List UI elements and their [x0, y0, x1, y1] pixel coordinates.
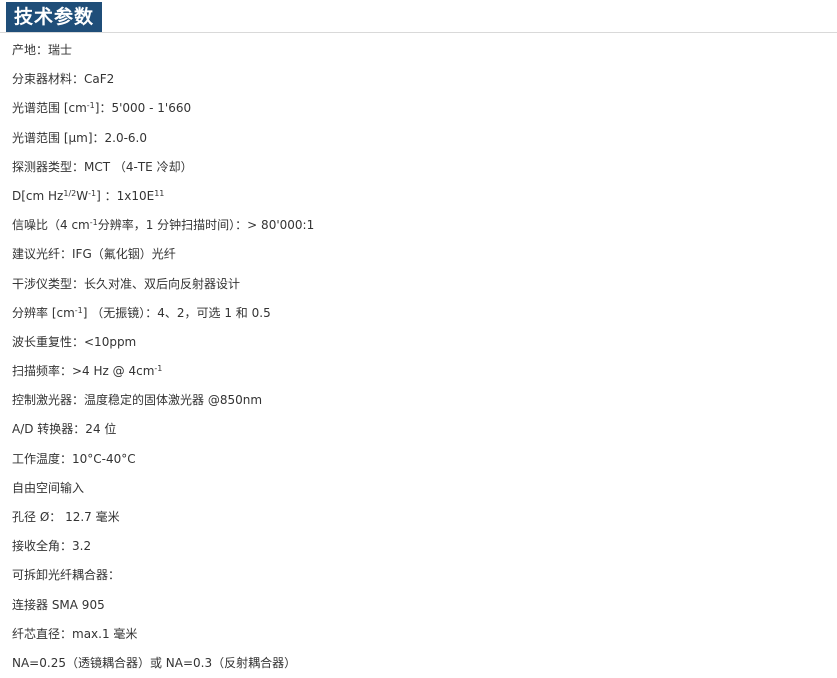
spec-text: D[cm Hz [12, 188, 64, 203]
spec-free-space-input: 自由空间输入 [12, 480, 85, 495]
spec-scan-frequency: 扫描频率：>4 Hz @ 4cm-1 [0, 357, 837, 386]
spec-spectral-range-um: 光谱范围 [μm]：2.0-6.0 [12, 130, 148, 145]
spec-superscript: -1 [89, 218, 98, 228]
spec-adc: A/D 转换器：24 位 [12, 422, 117, 437]
spec-numerical-aperture: NA=0.25（透镜耦合器）或 NA=0.3（反射耦合器） [12, 655, 297, 670]
spec-spectral-range-cm: 光谱范围 [cm-1]：5'000 - 1'660 [0, 94, 837, 123]
spec-connector: 连接器 SMA 905 [12, 597, 105, 612]
spec-superscript: -1 [154, 364, 163, 374]
spec-text: 分辨率 [cm [12, 305, 75, 320]
spec-list: 产地：瑞士 分束器材料：CaF2 光谱范围 [cm-1]：5'000 - 1'6… [0, 36, 837, 678]
spec-superscript: 1/2 [63, 188, 77, 198]
spec-wavelength-repeatability: 波长重复性：<10ppm [12, 334, 137, 349]
spec-origin: 产地：瑞士 [12, 43, 73, 57]
spec-text: 分辨率，1 分钟扫描时间）：> 80'000:1 [97, 218, 315, 233]
section-title: 技术参数 [6, 2, 103, 32]
section-header: 技术参数 [0, 0, 837, 33]
spec-snr: 信噪比（4 cm-1分辨率，1 分钟扫描时间）：> 80'000:1 [0, 211, 837, 240]
spec-text: 信噪比（4 cm [12, 218, 90, 233]
spec-superscript: -1 [74, 305, 83, 315]
spec-superscript: -1 [88, 188, 97, 198]
spec-text: 光谱范围 [cm [12, 101, 87, 116]
spec-detector: 探测器类型：MCT （4-TE 冷却） [12, 159, 193, 174]
spec-dstar: D[cm Hz1/2W-1] ：1x10E11 [0, 182, 837, 211]
spec-resolution: 分辨率 [cm-1] （无振镜）：4、2，可选 1 和 0.5 [0, 299, 837, 328]
spec-text: ] （无振镜）：4、2，可选 1 和 0.5 [82, 305, 271, 320]
spec-text: 扫描频率：>4 Hz @ 4cm [12, 364, 155, 379]
spec-acceptance-angle: 接收全角：3.2 [12, 539, 92, 554]
spec-control-laser: 控制激光器：温度稳定的固体激光器 @850nm [12, 393, 263, 408]
spec-beamsplitter: 分束器材料：CaF2 [12, 72, 115, 87]
spec-fiber-coupler: 可拆卸光纤耦合器： [12, 568, 121, 583]
spec-superscript: 11 [154, 188, 165, 198]
spec-core-diameter: 纤芯直径：max.1 毫米 [12, 626, 138, 641]
spec-text: W [76, 188, 89, 203]
spec-aperture: 孔径 Ø： 12.7 毫米 [12, 510, 120, 524]
spec-fiber: 建议光纤：IFG（氟化铟）光纤 [12, 247, 176, 262]
spec-text: ]：5'000 - 1'660 [94, 101, 192, 116]
spec-interferometer: 干涉仪类型：长久对准、双后向反射器设计 [12, 276, 241, 291]
spec-text: ] ：1x10E [96, 188, 155, 203]
spec-operating-temperature: 工作温度：10°C-40°C [12, 451, 136, 466]
spec-superscript: -1 [86, 101, 95, 111]
